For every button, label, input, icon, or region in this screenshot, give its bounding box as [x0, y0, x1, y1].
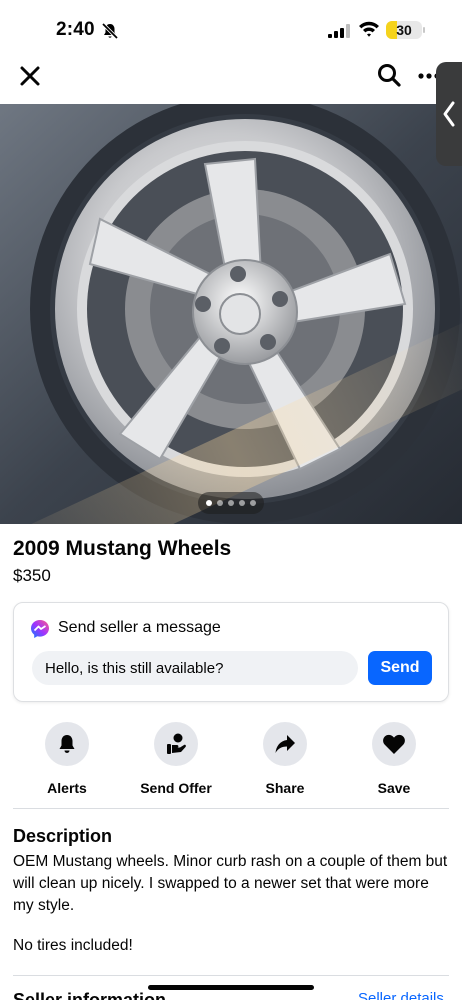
alerts-label: Alerts: [47, 780, 87, 796]
save-button[interactable]: Save: [339, 722, 449, 796]
message-seller-card: Send seller a message Send: [13, 602, 449, 702]
battery-nub: [423, 27, 425, 33]
offer-hand-icon: [167, 733, 186, 754]
carousel-dot[interactable]: [206, 500, 212, 506]
alerts-button[interactable]: Alerts: [12, 722, 122, 796]
divider: [13, 808, 449, 809]
action-circle: [372, 722, 416, 766]
seller-details-link[interactable]: Seller details: [358, 990, 444, 1000]
home-indicator[interactable]: [148, 985, 314, 990]
bell-slash-icon: [101, 22, 119, 40]
carousel-dots[interactable]: [198, 492, 264, 514]
top-nav: [0, 52, 462, 104]
description-heading: Description: [13, 826, 113, 846]
listing-title: 2009 Mustang Wheels: [13, 537, 232, 560]
carousel-dot[interactable]: [250, 500, 256, 506]
wheel-photo-illustration: [0, 104, 462, 524]
description-note: No tires included!: [13, 937, 133, 954]
share-arrow-icon: [275, 735, 295, 753]
wifi-icon: [359, 21, 379, 37]
battery-level: 30: [396, 22, 412, 38]
heart-icon: [383, 734, 405, 754]
listing-photo[interactable]: [0, 104, 462, 524]
message-input[interactable]: [32, 651, 358, 685]
messenger-icon: [31, 620, 49, 638]
action-circle: [263, 722, 307, 766]
chevron-left-icon: [443, 101, 455, 127]
carousel-dot[interactable]: [217, 500, 223, 506]
bell-icon: [59, 735, 75, 753]
save-label: Save: [377, 780, 411, 796]
close-icon[interactable]: [18, 64, 42, 88]
action-circle: [154, 722, 198, 766]
cellular-signal-icon: [328, 24, 350, 38]
seller-info-heading: Seller information: [13, 990, 167, 1000]
listing-price: $350: [13, 566, 51, 585]
share-button[interactable]: Share: [230, 722, 340, 796]
carousel-dot[interactable]: [239, 500, 245, 506]
carousel-dot[interactable]: [228, 500, 234, 506]
status-time: 2:40: [56, 19, 95, 40]
action-circle: [45, 722, 89, 766]
send-button[interactable]: Send: [368, 651, 432, 685]
status-bar: 2:40 30: [0, 0, 462, 52]
message-card-label: Send seller a message: [58, 619, 221, 636]
send-offer-button[interactable]: Send Offer: [121, 722, 231, 796]
search-icon[interactable]: [376, 62, 402, 88]
divider: [13, 975, 449, 976]
side-panel-tab[interactable]: [436, 62, 462, 166]
description-text: OEM Mustang wheels. Minor curb rash on a…: [13, 853, 448, 914]
share-label: Share: [265, 780, 305, 796]
send-offer-label: Send Offer: [140, 780, 212, 796]
battery-icon: 30: [386, 21, 422, 39]
action-bar: Alerts Send Offer Share Save: [0, 722, 462, 802]
